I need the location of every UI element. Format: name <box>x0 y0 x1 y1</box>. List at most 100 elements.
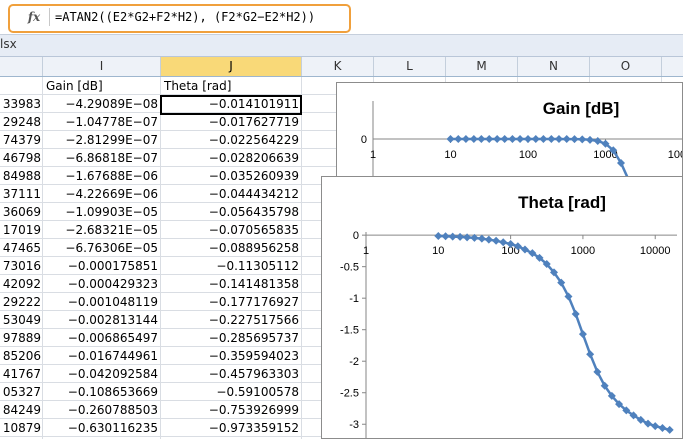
y-tick-label: 0 <box>353 230 359 242</box>
cell[interactable]: 33983 <box>0 95 42 113</box>
table-row: 10879 −0.630116235 −0.973359152 <box>0 419 302 437</box>
column-header-k[interactable]: K <box>302 57 374 76</box>
cell[interactable]: 17019 <box>0 221 42 239</box>
cell[interactable]: 36069 <box>0 203 42 221</box>
cell[interactable]: −0.056435798 <box>161 203 301 221</box>
data-point <box>578 135 587 144</box>
cell[interactable]: −1.04778E−07 <box>43 113 160 131</box>
cell[interactable]: −0.000175851 <box>43 257 160 275</box>
data-point <box>562 135 571 144</box>
data-point <box>571 309 580 318</box>
column-headers: I J K L M N O <box>0 57 683 77</box>
y-tick-label: -1 <box>349 293 359 305</box>
cell[interactable]: −0.001048119 <box>43 293 160 311</box>
data-point <box>554 135 563 144</box>
cell[interactable]: 42092 <box>0 275 42 293</box>
cell[interactable]: −0.973359152 <box>161 419 301 437</box>
cell[interactable]: Theta [rad] <box>161 77 301 95</box>
cell[interactable]: −6.76306E−05 <box>43 239 160 257</box>
cell[interactable]: −0.042092584 <box>43 365 160 383</box>
cell[interactable]: −0.016744961 <box>43 347 160 365</box>
cell[interactable]: 29222 <box>0 293 42 311</box>
cell[interactable]: −0.359594023 <box>161 347 301 365</box>
data-point <box>547 135 556 144</box>
data-point <box>469 135 478 143</box>
column-header-i[interactable]: I <box>43 57 161 76</box>
cell[interactable]: −6.86818E−07 <box>43 149 160 167</box>
cell[interactable]: −0.11305112 <box>161 257 301 275</box>
cell[interactable]: 73016 <box>0 257 42 275</box>
cell[interactable]: 53049 <box>0 311 42 329</box>
cell[interactable]: 74379 <box>0 131 42 149</box>
data-point <box>658 424 667 433</box>
cell[interactable]: Gain [dB] <box>43 77 160 95</box>
cell[interactable]: −0.088956258 <box>161 239 301 257</box>
cell[interactable]: 47465 <box>0 239 42 257</box>
cell[interactable]: −0.285695737 <box>161 329 301 347</box>
cell[interactable]: −0.035260939 <box>161 167 301 185</box>
cell[interactable]: −0.002813144 <box>43 311 160 329</box>
column-header-j[interactable]: J <box>161 57 302 76</box>
cell[interactable]: −0.044434212 <box>161 185 301 203</box>
data-point <box>578 330 587 339</box>
cell[interactable]: 84249 <box>0 401 42 419</box>
data-point <box>434 232 443 241</box>
data-point <box>539 135 548 143</box>
cell[interactable] <box>0 77 42 95</box>
y-tick-label: -3 <box>349 419 359 431</box>
cell[interactable]: −1.09903E−05 <box>43 203 160 221</box>
cell[interactable]: 05327 <box>0 383 42 401</box>
cell[interactable]: 41767 <box>0 365 42 383</box>
table-row: 29248 −1.04778E−07 −0.017627719 <box>0 113 302 131</box>
cell[interactable]: −0.457963303 <box>161 365 301 383</box>
chart-title: Theta [rad] <box>518 193 606 212</box>
cell[interactable]: 84988 <box>0 167 42 185</box>
cell[interactable]: 37111 <box>0 185 42 203</box>
cell[interactable]: 10879 <box>0 419 42 437</box>
column-header-h[interactable] <box>0 57 43 76</box>
x-tick-label: 10 <box>444 149 456 161</box>
data-point <box>477 234 486 243</box>
cell[interactable]: −0.006865497 <box>43 329 160 347</box>
cell[interactable]: 29248 <box>0 113 42 131</box>
cell[interactable]: −4.29089E−08 <box>43 95 160 113</box>
cell[interactable]: −0.59100578 <box>161 383 301 401</box>
x-tick-label: 10 <box>432 245 444 257</box>
insert-function-icon[interactable]: fx <box>22 8 46 26</box>
cell[interactable]: −0.753926999 <box>161 401 301 419</box>
cell[interactable]: −2.68321E−05 <box>43 221 160 239</box>
cell[interactable]: −0.141481358 <box>161 275 301 293</box>
cell[interactable]: 97889 <box>0 329 42 347</box>
y-tick-label: -2 <box>349 356 359 368</box>
cell[interactable]: −1.67688E−06 <box>43 167 160 185</box>
data-point <box>500 135 509 143</box>
cell[interactable]: −0.028206639 <box>161 149 301 167</box>
cell[interactable]: 85206 <box>0 347 42 365</box>
formula-input[interactable]: =ATAN2((E2*G2+F2*H2), (F2*G2−E2*H2)) <box>55 8 315 26</box>
column-header-l[interactable]: L <box>374 57 446 76</box>
data-point <box>477 135 486 143</box>
cell[interactable]: −2.81299E−07 <box>43 131 160 149</box>
gain-chart[interactable]: Gain [dB]0110100100010000 <box>336 82 683 182</box>
cell[interactable]: −0.070565835 <box>161 221 301 239</box>
cell[interactable]: −0.177176927 <box>161 293 301 311</box>
cell[interactable]: 46798 <box>0 149 42 167</box>
cell[interactable]: −0.022564229 <box>161 131 301 149</box>
cell[interactable]: −0.260788503 <box>43 401 160 419</box>
cell[interactable]: −4.22669E−06 <box>43 185 160 203</box>
cell[interactable]: −0.630116235 <box>43 419 160 437</box>
column-header-m[interactable]: M <box>446 57 518 76</box>
theta-chart[interactable]: Theta [rad] 0 -0.5 -1 -1.5 -2 -2.5 -3 1 10 100 1000… <box>321 176 683 439</box>
cell[interactable]: −0.227517566 <box>161 311 301 329</box>
cell[interactable]: −0.000429323 <box>43 275 160 293</box>
data-point <box>586 350 595 359</box>
table-row: 84988 −1.67688E−06 −0.035260939 <box>0 167 302 185</box>
workbook-tab-label[interactable]: lsx <box>0 37 17 51</box>
column-header-o[interactable]: O <box>590 57 662 76</box>
cell[interactable]: −0.108653669 <box>43 383 160 401</box>
cell[interactable]: −0.014101911 <box>161 95 301 113</box>
y-tick-label: -1.5 <box>340 325 359 337</box>
column-header-n[interactable]: N <box>518 57 590 76</box>
table-row: 46798 −6.86818E−07 −0.028206639 <box>0 149 302 167</box>
cell[interactable]: −0.017627719 <box>161 113 301 131</box>
